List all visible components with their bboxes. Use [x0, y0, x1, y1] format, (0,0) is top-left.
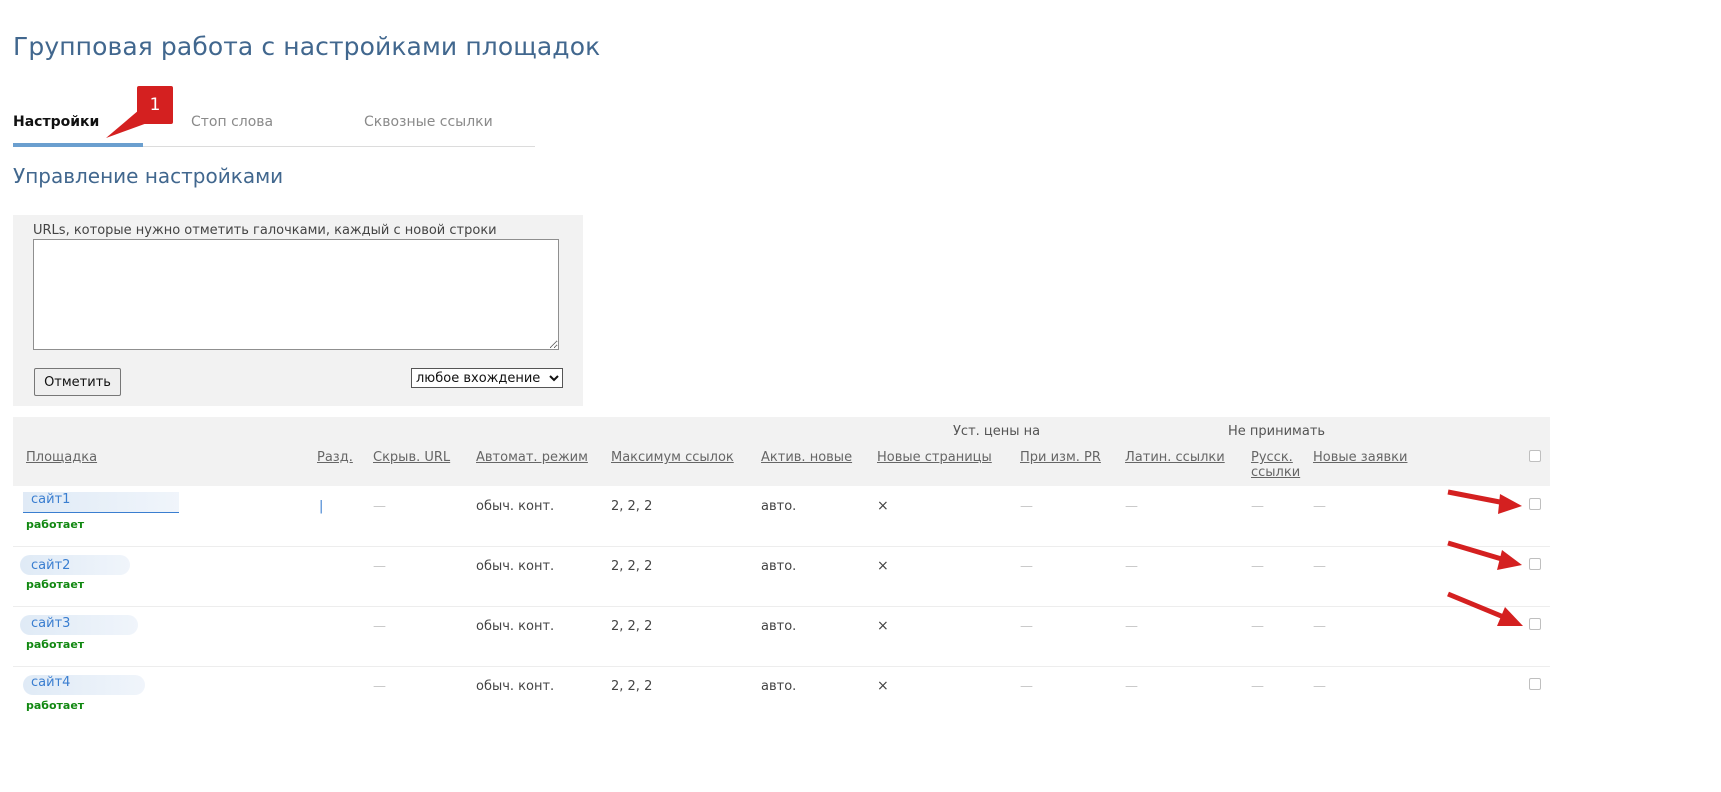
- status-badge: работает: [26, 638, 85, 651]
- hidden-url-value: —: [373, 559, 386, 574]
- site-link[interactable]: сайт4: [31, 675, 70, 690]
- table-header: Уст. цены на Не принимать Площадка Разд.…: [13, 417, 1550, 486]
- active-new-value: авто.: [761, 559, 797, 574]
- row-checkbox[interactable]: [1529, 678, 1541, 690]
- status-badge: работает: [26, 699, 85, 712]
- hidden-url-value: —: [373, 679, 386, 694]
- status-badge: работает: [26, 578, 85, 591]
- col-site[interactable]: Площадка: [26, 450, 97, 465]
- active-new-value: авто.: [761, 619, 797, 634]
- on-pr-value: —: [1020, 499, 1033, 514]
- urls-label: URLs, которые нужно отметить галочками, …: [33, 223, 497, 238]
- table-row: сайт4 работает — обыч. конт. 2, 2, 2 авт…: [13, 666, 1550, 726]
- russian-value: —: [1251, 499, 1264, 514]
- annotation-pointer: [106, 110, 150, 138]
- status-badge: работает: [26, 518, 85, 531]
- row-checkbox[interactable]: [1529, 558, 1541, 570]
- col-hidden-url[interactable]: Скрыв. URL: [373, 450, 450, 465]
- russian-value: —: [1251, 559, 1264, 574]
- col-max-links[interactable]: Максимум ссылок: [611, 450, 734, 465]
- table-row: сайт3 работает — обыч. конт. 2, 2, 2 авт…: [13, 606, 1550, 667]
- new-requests-value: —: [1313, 679, 1326, 694]
- col-latin-links[interactable]: Латин. ссылки: [1125, 450, 1225, 465]
- on-pr-value: —: [1020, 619, 1033, 634]
- latin-value: —: [1125, 559, 1138, 574]
- active-new-value: авто.: [761, 499, 797, 514]
- max-links-value: 2, 2, 2: [611, 499, 653, 514]
- new-pages-value: ×: [877, 678, 889, 694]
- max-links-value: 2, 2, 2: [611, 679, 653, 694]
- row-checkbox[interactable]: [1529, 618, 1541, 630]
- col-auto-mode[interactable]: Автомат. режим: [476, 450, 588, 465]
- group-label-set-prices: Уст. цены на: [953, 424, 1041, 439]
- hidden-url-value: —: [373, 619, 386, 634]
- table-row: сайт1 работает | — обыч. конт. 2, 2, 2 а…: [13, 486, 1550, 547]
- mark-urls-form: URLs, которые нужно отметить галочками, …: [13, 215, 583, 406]
- hidden-url-value: —: [373, 499, 386, 514]
- match-mode-select[interactable]: любое вхождение: [411, 368, 563, 388]
- new-requests-value: —: [1313, 559, 1326, 574]
- tab-stop-words[interactable]: Стоп слова: [191, 114, 273, 130]
- latin-value: —: [1125, 679, 1138, 694]
- section-title: Управление настройками: [13, 164, 284, 188]
- on-pr-value: —: [1020, 559, 1033, 574]
- russian-value: —: [1251, 679, 1264, 694]
- group-label-do-not-accept: Не принимать: [1228, 424, 1326, 439]
- razd-value: |: [319, 499, 324, 514]
- max-links-value: 2, 2, 2: [611, 619, 653, 634]
- auto-mode-value: обыч. конт.: [476, 499, 555, 514]
- auto-mode-value: обыч. конт.: [476, 559, 555, 574]
- auto-mode-value: обыч. конт.: [476, 619, 555, 634]
- russian-value: —: [1251, 619, 1264, 634]
- site-link[interactable]: сайт2: [31, 558, 70, 573]
- new-pages-value: ×: [877, 618, 889, 634]
- max-links-value: 2, 2, 2: [611, 559, 653, 574]
- new-requests-value: —: [1313, 619, 1326, 634]
- urls-textarea[interactable]: [33, 239, 559, 350]
- site-link[interactable]: сайт1: [31, 492, 70, 507]
- col-active-new[interactable]: Актив. новые: [761, 450, 852, 465]
- tab-through-links[interactable]: Сквозные ссылки: [364, 114, 493, 130]
- active-new-value: авто.: [761, 679, 797, 694]
- col-razd[interactable]: Разд.: [317, 450, 353, 465]
- col-new-requests[interactable]: Новые заявки: [1313, 450, 1407, 465]
- table-row: сайт2 работает — обыч. конт. 2, 2, 2 авт…: [13, 546, 1550, 607]
- new-pages-value: ×: [877, 498, 889, 514]
- latin-value: —: [1125, 619, 1138, 634]
- row-checkbox[interactable]: [1529, 498, 1541, 510]
- auto-mode-value: обыч. конт.: [476, 679, 555, 694]
- latin-value: —: [1125, 499, 1138, 514]
- site-link[interactable]: сайт3: [31, 616, 70, 631]
- annotation-badge: 1: [137, 86, 173, 124]
- new-pages-value: ×: [877, 558, 889, 574]
- col-russian-links[interactable]: Русск. ссылки: [1251, 450, 1301, 480]
- new-requests-value: —: [1313, 499, 1326, 514]
- col-on-pr-change[interactable]: При изм. PR: [1020, 450, 1101, 465]
- mark-button[interactable]: Отметить: [34, 368, 121, 396]
- on-pr-value: —: [1020, 679, 1033, 694]
- col-new-pages[interactable]: Новые страницы: [877, 450, 992, 465]
- select-all-checkbox[interactable]: [1529, 450, 1541, 462]
